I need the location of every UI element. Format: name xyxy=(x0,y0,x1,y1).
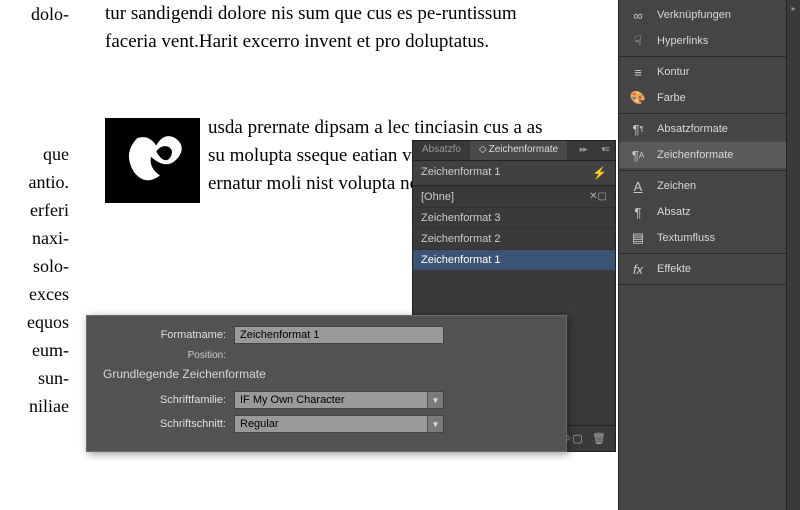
sidebar-item-label: Textumfluss xyxy=(657,232,715,244)
style-row-selected[interactable]: Zeichenformat 1 xyxy=(413,249,615,270)
drop-cap-image xyxy=(105,118,200,203)
sidebar-item-character[interactable]: A Zeichen xyxy=(619,173,786,199)
sidebar-item-effects[interactable]: fx Effekte xyxy=(619,256,786,282)
style-row[interactable]: Zeichenformat 3 xyxy=(413,207,615,228)
style-row[interactable]: Zeichenformat 2 xyxy=(413,228,615,249)
sidebar-item-label: Absatz xyxy=(657,206,691,218)
sidebar-item-label: Zeichen xyxy=(657,180,696,192)
tab-paragraph-styles[interactable]: Absatzfo xyxy=(413,141,470,160)
label-fontstyle: Schriftschnitt: xyxy=(99,418,234,430)
fx-icon: fx xyxy=(629,260,647,278)
label-formatname: Formatname: xyxy=(99,329,234,341)
palette-icon: 🎨 xyxy=(629,89,647,107)
sidebar-item-label: Zeichenformate xyxy=(657,149,733,161)
new-style-icon[interactable]: ✧▢ xyxy=(565,432,581,446)
input-formatname[interactable]: Zeichenformat 1 xyxy=(234,326,444,344)
link-icon: ∞ xyxy=(629,6,647,24)
select-fontfamily[interactable]: IF My Own Character ▼ xyxy=(234,391,444,409)
sidebar-item-label: Effekte xyxy=(657,263,691,275)
right-panel-dock: ∞ Verknüpfungen ☟ Hyperlinks ≡ Kontur 🎨 … xyxy=(618,0,800,510)
sidebar-item-label: Kontur xyxy=(657,66,689,78)
sidebar-item-label: Absatzformate xyxy=(657,123,728,135)
panel-menu-icon[interactable]: ▾≡ xyxy=(599,141,615,160)
select-fontstyle[interactable]: Regular ▼ xyxy=(234,415,444,433)
paragraph-1: tur sandigendi dolore nis sum que cus es… xyxy=(105,0,555,56)
panel-tabs: Absatzfo ◇Zeichenformate ▸▸ ▾≡ xyxy=(413,141,615,161)
pilcrow-icon: ¶ xyxy=(629,203,647,221)
para-p-icon: ¶¶ xyxy=(629,120,647,138)
dock-collapse-strip[interactable]: ▸ xyxy=(786,0,800,510)
clear-override-icon[interactable]: ✕▢ xyxy=(589,191,607,202)
sidebar-item-stroke[interactable]: ≡ Kontur xyxy=(619,59,786,85)
cursor-icon: ☟ xyxy=(629,32,647,50)
para-a-icon: ¶A xyxy=(629,146,647,164)
quick-apply-icon[interactable]: ⚡ xyxy=(592,166,607,180)
chevron-right-icon: ▸ xyxy=(787,4,800,13)
sidebar-item-character-styles[interactable]: ¶A Zeichenformate xyxy=(619,142,786,168)
sidebar-item-label: Hyperlinks xyxy=(657,35,708,47)
chevron-down-icon[interactable]: ▼ xyxy=(427,416,443,432)
sidebar-item-color[interactable]: 🎨 Farbe xyxy=(619,85,786,111)
wrap-icon: ▤ xyxy=(629,229,647,247)
section-heading: Grundlegende Zeichenformate xyxy=(103,367,554,381)
trash-icon[interactable]: 🗑 xyxy=(591,432,607,446)
panel-current-style: Zeichenformat 1 ⚡ xyxy=(413,161,615,186)
sidebar-item-textwrap[interactable]: ▤ Textumfluss xyxy=(619,225,786,251)
chevron-down-icon[interactable]: ▼ xyxy=(427,392,443,408)
style-options-dialog[interactable]: Formatname: Zeichenformat 1 Position: Gr… xyxy=(86,315,567,452)
sidebar-item-hyperlinks[interactable]: ☟ Hyperlinks xyxy=(619,28,786,54)
label-fontfamily: Schriftfamilie: xyxy=(99,394,234,406)
label-position: Position: xyxy=(99,350,234,361)
sidebar-item-links[interactable]: ∞ Verknüpfungen xyxy=(619,2,786,28)
sidebar-item-label: Farbe xyxy=(657,92,686,104)
style-row-none[interactable]: [Ohne] ✕▢ xyxy=(413,186,615,207)
character-a-icon: A xyxy=(629,177,647,195)
sidebar-item-paragraph[interactable]: ¶ Absatz xyxy=(619,199,786,225)
sidebar-item-label: Verknüpfungen xyxy=(657,9,731,21)
panel-collapse-arrows-icon[interactable]: ▸▸ xyxy=(574,141,593,160)
lines-icon: ≡ xyxy=(629,63,647,81)
left-column-text: dolo- que antio. erferi naxi- solo- exce… xyxy=(4,0,69,420)
tab-character-styles[interactable]: ◇Zeichenformate xyxy=(470,141,567,160)
sidebar-item-paragraph-styles[interactable]: ¶¶ Absatzformate xyxy=(619,116,786,142)
